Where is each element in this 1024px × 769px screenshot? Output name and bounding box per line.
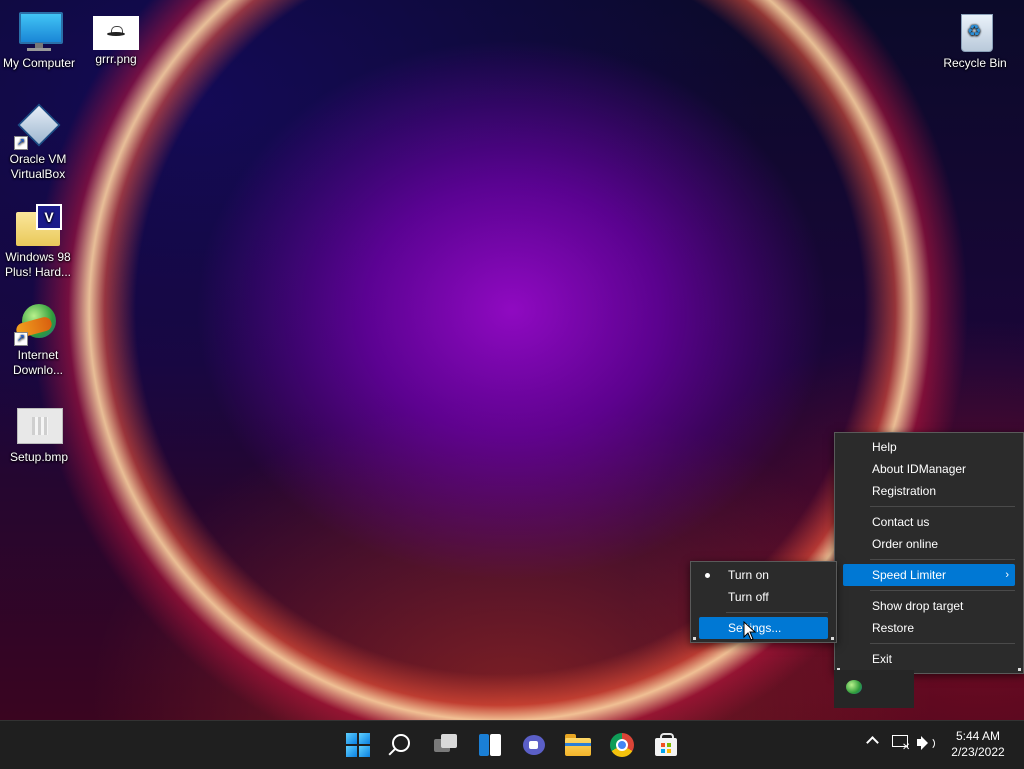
chrome-icon xyxy=(610,733,634,757)
chrome-button[interactable] xyxy=(606,729,638,761)
desktop-icon-label: Recycle Bin xyxy=(943,56,1007,70)
desktop-icon-label: Internet Downlo... xyxy=(12,348,64,377)
idm-context-menu: Help About IDManager Registration Contac… xyxy=(834,432,1024,674)
menu-item-settings[interactable]: Settings... xyxy=(699,617,828,639)
start-icon xyxy=(346,733,370,757)
menu-item-exit[interactable]: Exit xyxy=(835,648,1023,670)
menu-item-label: Speed Limiter xyxy=(872,568,947,582)
widgets-icon xyxy=(479,734,489,756)
chevron-right-icon: › xyxy=(1005,569,1009,581)
start-button[interactable] xyxy=(342,729,374,761)
search-button[interactable] xyxy=(386,729,418,761)
desktop-icon-virtualbox[interactable]: ↗ Oracle VM VirtualBox xyxy=(0,103,76,182)
mouse-cursor-icon xyxy=(743,621,757,641)
idm-icon: ↗ xyxy=(14,302,62,346)
idm-tray-icon[interactable] xyxy=(846,680,862,694)
shortcut-arrow-icon: ↗ xyxy=(14,136,28,150)
folder-icon: V xyxy=(14,204,62,248)
desktop-icon-label: Oracle VM VirtualBox xyxy=(9,152,67,181)
speed-limiter-submenu: Turn on Turn off Settings... xyxy=(690,561,837,643)
clock-time: 5:44 AM xyxy=(955,729,1001,743)
menu-item-registration[interactable]: Registration xyxy=(835,480,1023,502)
teams-chat-button[interactable] xyxy=(518,729,550,761)
recycle-bin-icon: ♻ xyxy=(951,10,999,54)
desktop-icon-win98-plus[interactable]: V Windows 98 Plus! Hard... xyxy=(0,204,76,280)
menu-separator xyxy=(870,643,1015,644)
task-view-button[interactable] xyxy=(430,729,462,761)
desktop-icon-label: Windows 98 Plus! Hard... xyxy=(4,250,72,279)
volume-icon[interactable] xyxy=(917,735,937,751)
show-hidden-icons-chevron-icon[interactable] xyxy=(866,734,880,748)
menu-item-order-online[interactable]: Order online xyxy=(835,533,1023,555)
clock-date: 2/23/2022 xyxy=(951,745,1005,759)
menu-item-show-drop-target[interactable]: Show drop target xyxy=(835,595,1023,617)
desktop-icon-setup-bmp[interactable]: Setup.bmp xyxy=(1,404,77,465)
desktop-icon-idm[interactable]: ↗ Internet Downlo... xyxy=(0,302,76,378)
menu-separator xyxy=(870,559,1015,560)
widgets-button[interactable] xyxy=(474,729,506,761)
menu-item-about[interactable]: About IDManager xyxy=(835,458,1023,480)
bitmap-file-icon xyxy=(15,404,63,448)
file-explorer-icon xyxy=(565,738,591,756)
shortcut-arrow-icon: ↗ xyxy=(14,332,28,346)
menu-separator xyxy=(870,590,1015,591)
file-explorer-button[interactable] xyxy=(562,729,594,761)
menu-item-contact-us[interactable]: Contact us xyxy=(835,511,1023,533)
taskbar-clock[interactable]: 5:44 AM 2/23/2022 xyxy=(946,728,1010,760)
menu-separator xyxy=(870,506,1015,507)
teams-chat-icon xyxy=(523,735,545,755)
menu-item-turn-on[interactable]: Turn on xyxy=(691,564,836,586)
menu-corner-dot xyxy=(693,637,696,640)
desktop-icon-grrr-png[interactable]: grrr.png xyxy=(78,10,154,67)
menu-item-speed-limiter[interactable]: Speed Limiter › xyxy=(843,564,1015,586)
tray-overflow-flyout xyxy=(834,670,914,708)
menu-separator xyxy=(726,612,828,613)
desktop-icon-my-computer[interactable]: My Computer xyxy=(1,10,77,71)
menu-corner-dot xyxy=(1018,668,1021,671)
network-icon[interactable]: ✕ xyxy=(892,735,910,753)
menu-item-restore[interactable]: Restore xyxy=(835,617,1023,639)
menu-corner-dot xyxy=(831,637,834,640)
computer-icon xyxy=(15,10,63,54)
radio-bullet-icon xyxy=(705,573,710,578)
desktop-icon-label: grrr.png xyxy=(95,52,137,66)
virtualbox-icon: ↗ xyxy=(14,103,62,150)
desktop-icon-label: Setup.bmp xyxy=(9,450,69,464)
store-button[interactable] xyxy=(650,729,682,761)
image-file-icon xyxy=(93,16,139,50)
menu-item-label: Turn on xyxy=(728,568,769,582)
menu-item-turn-off[interactable]: Turn off xyxy=(691,586,836,608)
desktop-icon-label: My Computer xyxy=(2,56,76,70)
search-icon xyxy=(392,734,410,752)
menu-item-help[interactable]: Help xyxy=(835,436,1023,458)
desktop-icon-recycle-bin[interactable]: ♻ Recycle Bin xyxy=(937,10,1013,71)
